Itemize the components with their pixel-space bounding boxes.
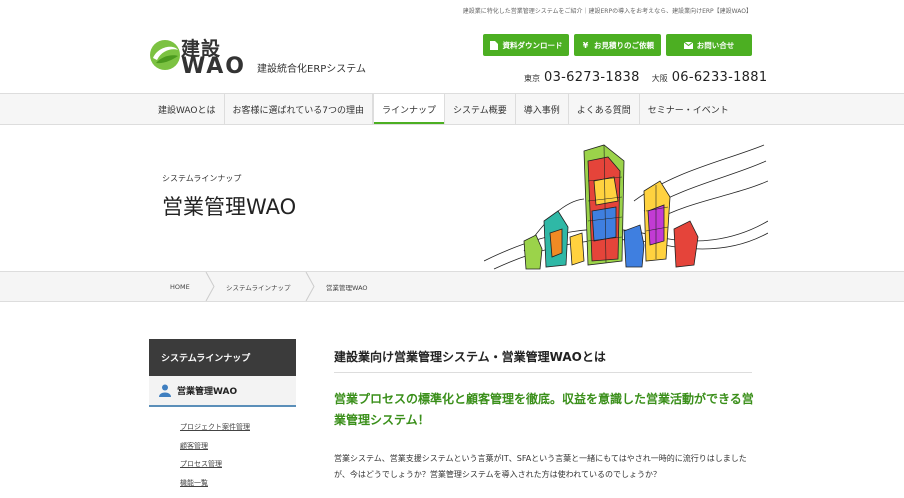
header-tagline: 建設業に特化した営業管理システムをご紹介｜建設ERPの導入をお考えなら、建設業向…: [462, 8, 752, 15]
nav-item-lineup[interactable]: ラインナップ: [372, 94, 445, 124]
sidebar-heading: システムラインナップ: [149, 339, 296, 376]
breadcrumb-chevron-icon: [205, 272, 215, 301]
sidebar-link-process[interactable]: プロセス管理: [180, 459, 250, 478]
global-nav: 建設WAOとは お客様に選ばれている7つの理由 ラインナップ システム概要 導入…: [0, 93, 904, 125]
nav-item-cases[interactable]: 導入事例: [516, 94, 569, 124]
breadcrumb-lineup[interactable]: システムラインナップ: [226, 272, 290, 301]
estimate-button[interactable]: ¥ お見積りのご依頼: [574, 34, 661, 56]
mail-icon: [683, 41, 693, 50]
global-nav-items: 建設WAOとは お客様に選ばれている7つの理由 ラインナップ システム概要 導入…: [150, 94, 737, 124]
phone-osaka-number: 06-6233-1881: [671, 70, 768, 85]
nav-item-reasons[interactable]: お客様に選ばれている7つの理由: [225, 94, 373, 124]
download-button-label: 資料ダウンロード: [502, 40, 563, 50]
sidebar-link-customer[interactable]: 顧客管理: [180, 441, 250, 460]
phone-numbers: 東京 03-6273-1838 大阪 06-6233-1881: [524, 66, 767, 85]
content-heading: 建設業向け営業管理システム・営業管理WAOとは: [334, 348, 752, 373]
sidebar-link-features[interactable]: 機能一覧: [180, 478, 250, 497]
content-body: 営業システム、営業支援システムという言葉がIT、SFAという言葉と一緒にもてはや…: [334, 454, 747, 479]
nav-item-overview[interactable]: システム概要: [445, 94, 516, 124]
sidebar-link-project[interactable]: プロジェクト案件管理: [180, 422, 250, 441]
breadcrumb-current: 営業管理WAO: [326, 283, 368, 292]
breadcrumb-chevron-icon: [305, 272, 315, 301]
sidebar-item-current[interactable]: 営業管理WAO: [149, 376, 296, 407]
breadcrumb-home[interactable]: HOME: [170, 272, 190, 301]
download-button[interactable]: 資料ダウンロード: [483, 34, 569, 56]
contact-button[interactable]: お問い合せ: [666, 34, 752, 56]
logo-text-en: WAO: [181, 54, 247, 79]
sidebar-links: プロジェクト案件管理 顧客管理 プロセス管理 機能一覧: [180, 422, 250, 496]
phone-tokyo-label: 東京: [524, 74, 540, 83]
phone-tokyo-number: 03-6273-1838: [544, 70, 640, 85]
header-buttons: 資料ダウンロード ¥ お見積りのご依頼 お問い合せ: [483, 34, 752, 56]
nav-item-about[interactable]: 建設WAOとは: [150, 94, 225, 124]
site-logo[interactable]: 建設 WAO 建設統合化ERPシステム: [148, 34, 398, 82]
nav-item-seminar[interactable]: セミナー・イベント: [640, 94, 737, 124]
content-lead: 営業プロセスの標準化と顧客管理を徹底。収益を意識した営業活動ができる営業管理シス…: [334, 392, 754, 427]
logo-subtitle: 建設統合化ERPシステム: [257, 64, 366, 75]
city-illustration: [484, 144, 768, 270]
phone-osaka-label: 大阪: [651, 74, 668, 83]
document-icon: [490, 40, 499, 50]
hero-banner: システムラインナップ 営業管理WAO: [0, 125, 904, 271]
user-icon: [159, 384, 171, 397]
phone-osaka: 大阪 06-6233-1881: [652, 66, 768, 85]
page-title: 営業管理WAO: [162, 195, 297, 219]
contact-button-label: お問い合せ: [696, 40, 735, 50]
logo-swirl-icon: [150, 40, 180, 70]
hero-eyebrow: システムラインナップ: [162, 174, 242, 183]
estimate-button-label: お見積りのご依頼: [594, 40, 654, 50]
page: 建設業に特化した営業管理システムをご紹介｜建設ERPの導入をお考えなら、建設業向…: [0, 0, 904, 498]
phone-tokyo: 東京 03-6273-1838: [524, 66, 640, 85]
sidebar-item-current-label: 営業管理WAO: [177, 387, 238, 397]
breadcrumb: HOME システムラインナップ 営業管理WAO: [0, 271, 904, 302]
nav-item-faq[interactable]: よくある質問: [569, 94, 640, 124]
yen-icon: ¥: [582, 40, 589, 50]
